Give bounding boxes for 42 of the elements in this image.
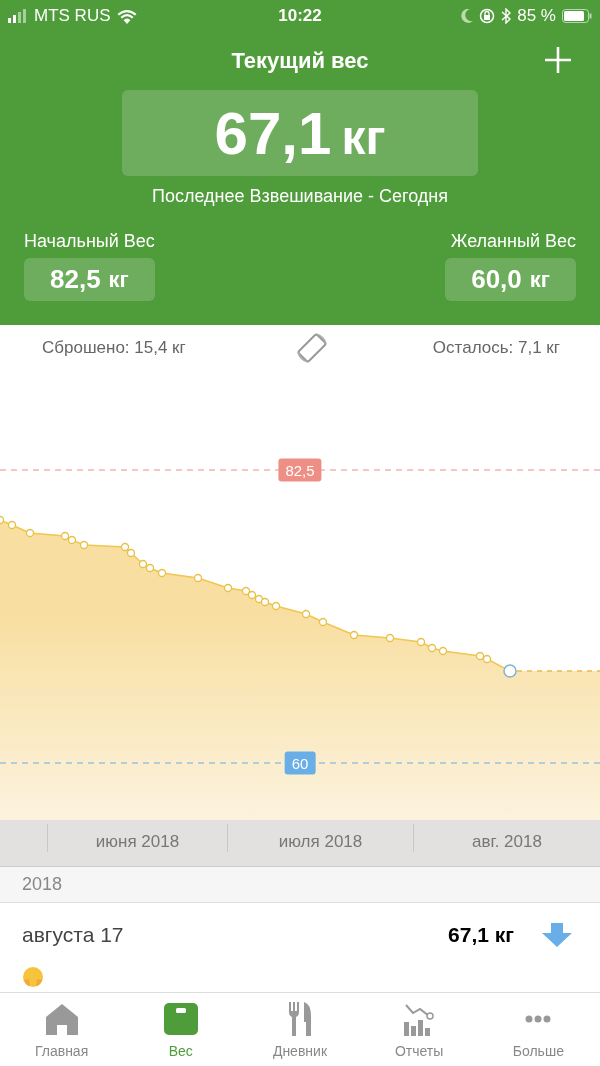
weight-unit: кг xyxy=(529,266,550,293)
year-header: 2018 xyxy=(22,874,63,895)
signal-icon xyxy=(8,9,28,23)
lost-weight-text: Сброшено: 15,4 кг xyxy=(42,337,186,358)
battery-icon xyxy=(562,9,592,23)
more-icon xyxy=(525,1015,552,1023)
down-arrow-icon xyxy=(542,923,572,948)
fork-knife-icon xyxy=(287,1002,312,1036)
wifi-icon xyxy=(116,8,137,24)
tab-button[interactable]: Дневник xyxy=(244,1001,355,1063)
month-label: июля 2018 xyxy=(278,832,363,852)
battery-percent: 85 % xyxy=(517,6,556,26)
current-weight-unit: кг xyxy=(341,109,386,165)
last-weighing-text: Последнее Взвешивание - Сегодня xyxy=(152,186,448,206)
month-label: авг. 2018 xyxy=(472,832,542,852)
moon-icon xyxy=(461,9,474,23)
rotation-lock-icon xyxy=(479,8,496,24)
entry-weight: 67,1 кг xyxy=(448,923,514,948)
weight-label: Начальный Вес xyxy=(24,231,155,252)
current-weight-value: 67,1 xyxy=(214,98,332,168)
tab-button[interactable]: Отчеты xyxy=(364,1001,475,1063)
scale-icon xyxy=(163,1003,198,1035)
weight-label: Желанный Вес xyxy=(450,231,576,252)
reference-label: 60 xyxy=(284,751,316,775)
bluetooth-icon xyxy=(501,8,512,24)
reference-label: 82,5 xyxy=(278,458,322,482)
home-icon xyxy=(44,1003,79,1035)
clock-time: 10:22 xyxy=(278,6,322,26)
month-label: июня 2018 xyxy=(95,832,180,852)
remaining-weight-text: Осталось: 7,1 кг xyxy=(432,337,560,358)
current-point xyxy=(503,664,517,678)
screen-title: Текущий вес xyxy=(231,48,369,74)
weight-unit: кг xyxy=(108,266,129,293)
chart-icon xyxy=(403,1002,436,1036)
add-button[interactable] xyxy=(542,44,574,76)
tab-button[interactable]: Главная xyxy=(6,1001,117,1063)
weight-value: 60,0 xyxy=(471,264,522,295)
tab-button[interactable]: Вес xyxy=(125,1001,236,1063)
entry-date: августа 17 xyxy=(22,923,125,948)
weight-value: 82,5 xyxy=(50,264,101,295)
carrier-name: MTS RUS xyxy=(34,6,111,26)
tab-button[interactable]: Больше xyxy=(483,1001,594,1063)
